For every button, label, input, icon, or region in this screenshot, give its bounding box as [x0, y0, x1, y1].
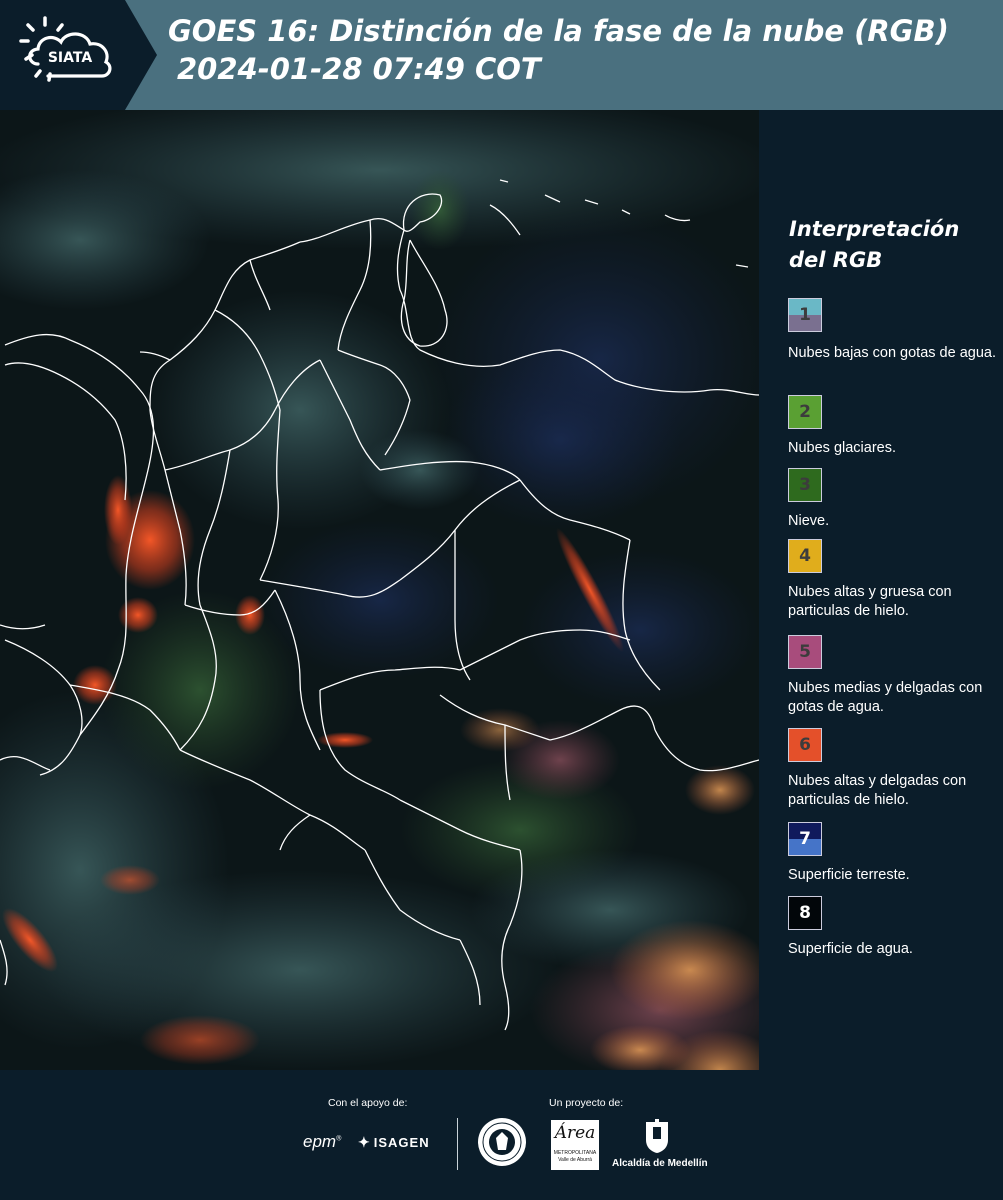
legend-title: Interpretación del RGB	[789, 214, 989, 276]
legend-swatch: 1	[788, 298, 822, 332]
legend-label: Nubes altas y delgadas con particulas de…	[788, 773, 967, 808]
legend-title-line-2: del RGB	[789, 248, 883, 272]
legend-number: 8	[799, 903, 811, 923]
siata-logo: SIATA	[19, 16, 112, 82]
isagen-logo: ✦ ISAGEN	[358, 1134, 430, 1151]
title-line-1: GOES 16: Distinción de la fase de la nub…	[168, 14, 949, 48]
legend-swatch: 4	[788, 539, 822, 573]
page-title: GOES 16: Distinción de la fase de la nub…	[168, 12, 949, 88]
legend-number: 3	[799, 475, 811, 495]
title-line-2: 2024-01-28 07:49 COT	[177, 52, 541, 86]
epm-registered-mark: ®	[336, 1135, 342, 1143]
legend-title-line-1: Interpretación	[789, 217, 960, 241]
epm-logo: epm®	[303, 1132, 341, 1152]
legend-label: Superficie de agua.	[788, 941, 913, 957]
legend-number: 6	[799, 735, 811, 755]
legend-label: Superficie terreste.	[788, 867, 910, 883]
legend-panel: Interpretación del RGB 1 Nubes bajas con…	[760, 110, 1003, 1070]
support-label: Con el apoyo de:	[328, 1097, 408, 1109]
legend-number: 1	[799, 305, 811, 325]
alcaldia-label: Alcaldía de Medellín	[612, 1158, 708, 1169]
project-label: Un proyecto de:	[549, 1097, 624, 1109]
legend-swatch: 5	[788, 635, 822, 669]
legend-swatch: 2	[788, 395, 822, 429]
legend-number: 7	[799, 829, 811, 849]
legend-swatch: 3	[788, 468, 822, 502]
footer: Con el apoyo de: Un proyecto de: epm® ✦ I…	[0, 1070, 1003, 1200]
legend-label: Nubes altas y gruesa con particulas de h…	[788, 584, 952, 619]
legend-swatch: 7	[788, 822, 822, 856]
area-metropolitana-logo: Área METROPOLITANA Valle de Aburrá	[551, 1120, 599, 1170]
area-logo-line-1: METROPOLITANA	[553, 1150, 597, 1156]
legend-label: Nubes medias y delgadas con gotas de agu…	[788, 680, 983, 715]
isagen-mark-icon: ✦	[358, 1134, 371, 1150]
legend-number: 4	[799, 546, 811, 566]
legend-swatch: 6	[788, 728, 822, 762]
legend-number: 2	[799, 402, 811, 422]
legend-label: Nieve.	[788, 513, 830, 529]
legend-swatch: 8	[788, 896, 822, 930]
satellite-image	[0, 110, 759, 1070]
legend-number: 5	[799, 642, 811, 662]
area-logo-line-2: Valle de Aburrá	[558, 1157, 592, 1163]
siata-seal-logo	[478, 1118, 526, 1166]
satellite-map	[0, 110, 759, 1070]
header-chevron	[125, 0, 157, 110]
logo-panel: SIATA	[0, 0, 125, 110]
header-bar: SIATA GOES 16: Distinción de la fase de …	[0, 0, 1003, 110]
logo-text: SIATA	[48, 50, 93, 66]
epm-logo-text: epm	[303, 1132, 337, 1151]
legend-label: Nubes bajas con gotas de agua.	[788, 345, 996, 361]
footer-separator	[457, 1118, 458, 1170]
isagen-logo-text: ISAGEN	[373, 1135, 430, 1150]
legend-label: Nubes glaciares.	[788, 440, 896, 456]
area-logo-script: Área	[554, 1123, 596, 1143]
medellin-coat-of-arms-icon	[646, 1119, 668, 1153]
